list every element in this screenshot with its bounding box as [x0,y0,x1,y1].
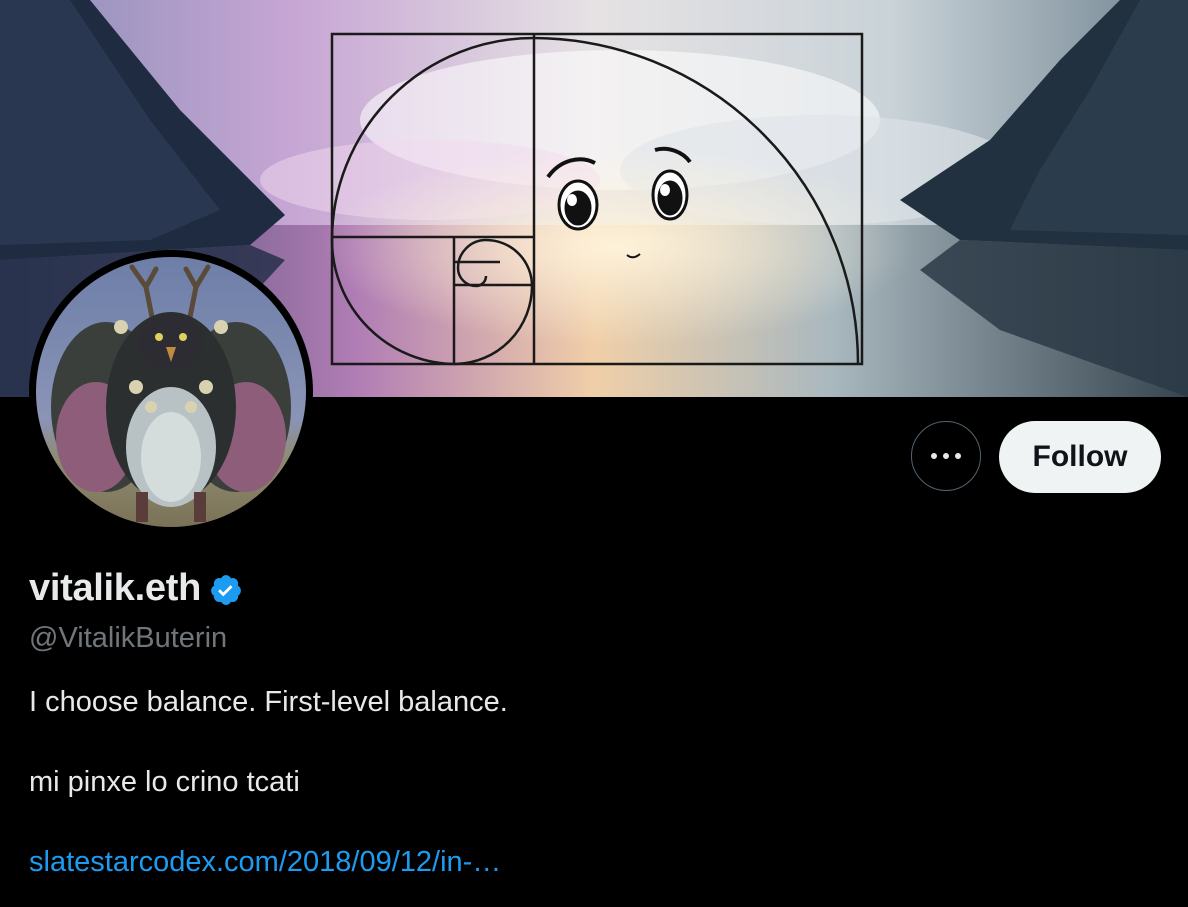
more-options-button[interactable] [911,421,981,491]
verified-badge-icon[interactable] [209,573,243,607]
name-row: vitalik.eth [29,567,243,610]
bio-text: I choose balance. First-level balance. [29,686,508,718]
avatar-image [36,257,306,527]
display-name: vitalik.eth [29,567,201,609]
ellipsis-icon [931,453,961,459]
follow-button[interactable]: Follow [999,421,1161,493]
bio-text: mi pinxe lo crino tcati [29,766,300,798]
profile-avatar[interactable] [29,250,313,534]
profile-website-link[interactable]: slatestarcodex.com/2018/09/12/in-… [29,846,501,879]
profile-handle: @VitalikButerin [29,622,228,654]
